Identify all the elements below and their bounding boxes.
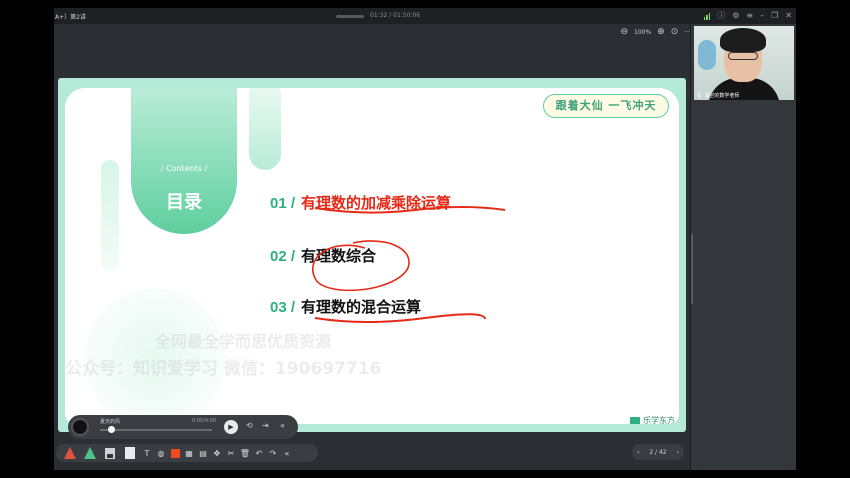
slide-content: / Contents / 目录 跟着大仙 一飞冲天 01 / 有理数的加减乘除运…: [65, 88, 679, 424]
disc-icon: [71, 418, 89, 436]
song-time: 0:00/4:00: [192, 418, 217, 424]
song-progress-handle[interactable]: [108, 426, 115, 433]
cone-red-icon[interactable]: [62, 446, 78, 460]
next-page-button[interactable]: ›: [677, 449, 679, 456]
zoom-in-icon[interactable]: ⊕: [657, 27, 665, 37]
exit-icon[interactable]: ⇥: [262, 421, 269, 430]
teacher-video[interactable]: 🎙 凌空的数学老师: [694, 26, 794, 100]
video-caption: 🎙 凌空的数学老师: [696, 92, 740, 100]
redo-icon[interactable]: ↷: [268, 448, 278, 458]
sidebar-scrollbar[interactable]: [691, 234, 693, 304]
play-icon[interactable]: ▶: [224, 420, 238, 434]
zoom-level: 100%: [634, 28, 652, 36]
image-icon[interactable]: ▦: [184, 448, 194, 458]
player-collapse-button[interactable]: «: [280, 421, 285, 430]
background-toy: [698, 40, 716, 70]
ink-underline-3: [314, 313, 486, 323]
window-title: A+）第2讲: [55, 14, 86, 21]
teacher-glasses: [728, 52, 758, 60]
song-progress[interactable]: [100, 429, 212, 431]
loop-icon[interactable]: ⟲: [246, 421, 253, 430]
battery-icon[interactable]: [102, 446, 118, 460]
title-bar: A+）第2讲 01:32 / 01:50:06 ⓘ ⚙ ≡ – ❐ ✕: [54, 8, 796, 24]
watermark-line-2: 公众号：知识爱学习 微信：190697716: [65, 359, 382, 379]
zoom-out-icon[interactable]: ⊖: [620, 27, 628, 37]
restore-icon[interactable]: ❐: [771, 10, 778, 22]
ink-underline-1: [314, 206, 506, 214]
brand-name: 乐学东方: [643, 416, 675, 424]
info-icon[interactable]: ⓘ: [717, 10, 725, 22]
trash-icon[interactable]: 🗑: [240, 448, 250, 458]
collapse-icon[interactable]: «: [282, 448, 292, 458]
classroom-app: A+）第2讲 01:32 / 01:50:06 ⓘ ⚙ ≡ – ❐ ✕ ⊖ 10…: [54, 8, 796, 470]
text-tool-icon[interactable]: T: [142, 448, 152, 458]
drawing-toolbar: T ◍ ▦ ▤ ✥ ✂ 🗑 ↶ ↷ «: [56, 444, 318, 462]
page-indicator: 2 / 42: [649, 448, 667, 456]
view-toolbar: ⊖ 100% ⊕ ⊙ ···: [620, 27, 690, 37]
minimize-icon[interactable]: –: [760, 10, 764, 22]
close-icon[interactable]: ✕: [785, 10, 792, 22]
settings-icon[interactable]: ⚙: [732, 10, 739, 22]
page-navigator: ‹ 2 / 42 ›: [632, 444, 684, 460]
teacher-name: 凌空的数学老师: [704, 93, 740, 99]
brand-logo: 乐学东方: [630, 415, 675, 424]
mic-icon: 🎙: [696, 92, 703, 99]
ink-circle-2: [312, 240, 410, 292]
fill-icon[interactable]: ◍: [156, 448, 166, 458]
color-swatch-icon[interactable]: [170, 448, 180, 458]
table-icon[interactable]: ▤: [198, 448, 208, 458]
fit-screen-icon[interactable]: ⊙: [671, 27, 679, 37]
undo-icon[interactable]: ↶: [254, 448, 264, 458]
playback-progress[interactable]: [336, 15, 364, 18]
music-player: 夏天的风 0:00/4:00 ▶ ⟲ ⇥ «: [68, 415, 298, 439]
prev-page-button[interactable]: ‹: [637, 449, 639, 456]
doc-icon[interactable]: [122, 446, 138, 460]
teacher-hair: [720, 28, 766, 52]
menu-icon[interactable]: ≡: [746, 10, 753, 22]
watermark-line-1: 全网最全学而思优质资源: [155, 332, 332, 351]
cone-green-icon[interactable]: [82, 446, 98, 460]
slide-canvas: / Contents / 目录 跟着大仙 一飞冲天 01 / 有理数的加减乘除运…: [58, 78, 686, 432]
video-sidebar: 🎙 凌空的数学老师: [690, 24, 796, 470]
window-controls: ⓘ ⚙ ≡ – ❐ ✕: [703, 10, 792, 22]
scissors-icon[interactable]: ✂: [226, 448, 236, 458]
brand-icon: [630, 416, 640, 424]
move-icon[interactable]: ✥: [212, 448, 222, 458]
signal-icon: [703, 12, 711, 20]
playback-timecode: 01:32 / 01:50:06: [370, 12, 421, 19]
song-title: 夏天的风: [100, 419, 121, 425]
